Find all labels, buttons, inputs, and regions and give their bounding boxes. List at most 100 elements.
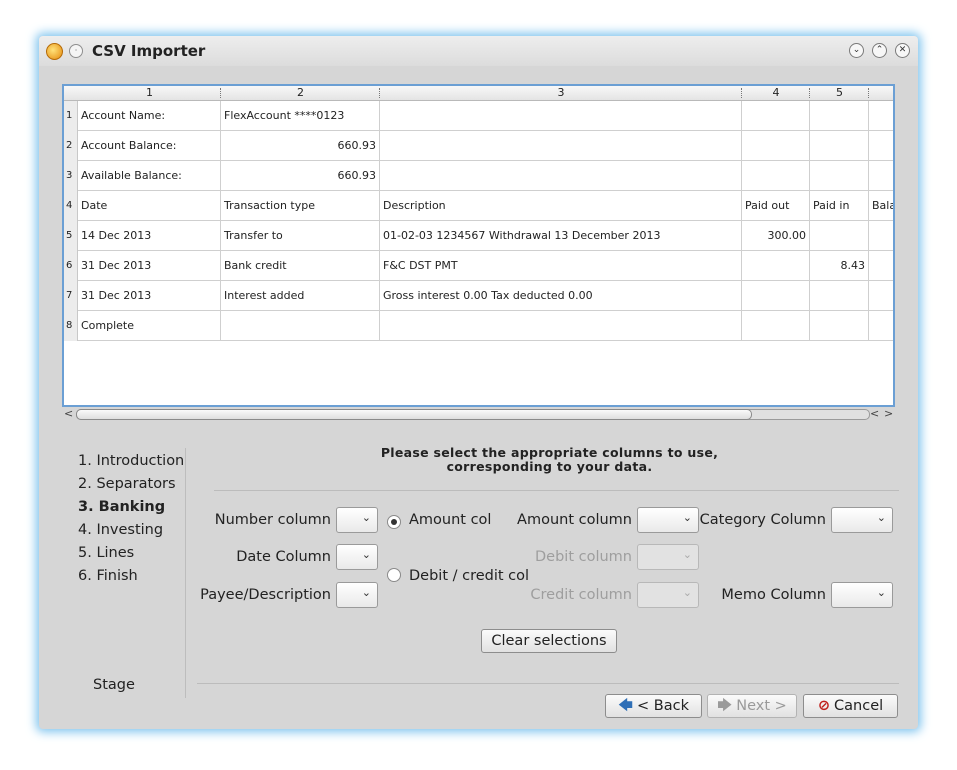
column-header-3[interactable]: 3 bbox=[380, 86, 742, 101]
back-button[interactable]: 🡄 < Back bbox=[605, 694, 702, 718]
window-menu-icon[interactable]: · bbox=[69, 44, 83, 58]
credit-column-select[interactable]: ⌄ bbox=[637, 582, 699, 608]
scroll-left-icon[interactable]: < bbox=[64, 407, 73, 420]
table-cell[interactable]: Date bbox=[78, 191, 221, 221]
table-cell[interactable]: F&C DST PMT bbox=[380, 251, 742, 281]
column-resize-handle[interactable] bbox=[868, 88, 871, 98]
next-button-label: Next > bbox=[736, 698, 787, 714]
table-cell[interactable]: Description bbox=[380, 191, 742, 221]
amount-col-radio[interactable] bbox=[387, 515, 401, 529]
amount-col-radio-label[interactable]: Amount col bbox=[409, 512, 491, 528]
table-cell[interactable] bbox=[810, 221, 869, 251]
csv-preview-table[interactable]: 1 2 3 4 5 1 Account Name: FlexAccount ****… bbox=[62, 84, 895, 407]
table-cell[interactable]: 660.93 bbox=[221, 131, 380, 161]
payee-description-select[interactable]: ⌄ bbox=[336, 582, 378, 608]
row-header-3[interactable]: 3 bbox=[64, 161, 78, 191]
scroll-right-icon[interactable]: > bbox=[884, 407, 893, 420]
column-resize-handle[interactable] bbox=[220, 88, 223, 98]
column-header-2[interactable]: 2 bbox=[221, 86, 380, 101]
column-resize-handle[interactable] bbox=[809, 88, 812, 98]
row-header-5[interactable]: 5 bbox=[64, 221, 78, 251]
amount-column-select[interactable]: ⌄ bbox=[637, 507, 699, 533]
category-column-select[interactable]: ⌄ bbox=[831, 507, 893, 533]
table-cell[interactable] bbox=[810, 281, 869, 311]
table-cell[interactable] bbox=[810, 131, 869, 161]
column-resize-handle[interactable] bbox=[379, 88, 382, 98]
table-cell[interactable]: 31 Dec 2013 bbox=[78, 281, 221, 311]
table-cell[interactable] bbox=[742, 161, 810, 191]
table-cell[interactable]: FlexAccount ****0123 bbox=[221, 101, 380, 131]
table-cell[interactable] bbox=[869, 131, 893, 161]
back-arrow-icon: 🡄 bbox=[618, 698, 633, 714]
table-cell[interactable] bbox=[742, 251, 810, 281]
row-header-2[interactable]: 2 bbox=[64, 131, 78, 161]
table-cell[interactable] bbox=[742, 311, 810, 341]
column-header-1[interactable]: 1 bbox=[78, 86, 221, 101]
debit-credit-col-radio[interactable] bbox=[387, 568, 401, 582]
cancel-button[interactable]: ⊘ Cancel bbox=[803, 694, 898, 718]
table-cell[interactable] bbox=[810, 161, 869, 191]
table-cell[interactable]: Interest added bbox=[221, 281, 380, 311]
minimize-icon[interactable]: ⌄ bbox=[849, 43, 864, 58]
row-header-7[interactable]: 7 bbox=[64, 281, 78, 311]
horizontal-scrollbar[interactable]: < < > bbox=[64, 407, 894, 420]
column-header-4[interactable]: 4 bbox=[742, 86, 810, 101]
column-resize-handle[interactable] bbox=[741, 88, 744, 98]
next-button[interactable]: 🡆 Next > bbox=[707, 694, 797, 718]
table-cell[interactable] bbox=[869, 161, 893, 191]
table-cell[interactable] bbox=[869, 251, 893, 281]
table-cell[interactable]: Account Balance: bbox=[78, 131, 221, 161]
table-cell[interactable]: Available Balance: bbox=[78, 161, 221, 191]
table-cell[interactable] bbox=[380, 131, 742, 161]
table-cell[interactable]: Paid in bbox=[810, 191, 869, 221]
stage-investing: 4. Investing bbox=[78, 522, 164, 538]
maximize-icon[interactable]: ⌃ bbox=[872, 43, 887, 58]
table-cell[interactable] bbox=[742, 281, 810, 311]
table-cell[interactable] bbox=[221, 311, 380, 341]
table-cell[interactable]: Account Name: bbox=[78, 101, 221, 131]
table-cell[interactable]: Paid out bbox=[742, 191, 810, 221]
table-cell[interactable] bbox=[869, 281, 893, 311]
stage-introduction: 1. Introduction bbox=[78, 453, 185, 469]
table-cell[interactable] bbox=[869, 221, 893, 251]
table-cell[interactable] bbox=[380, 311, 742, 341]
table-cell[interactable] bbox=[869, 311, 893, 341]
cancel-icon: ⊘ bbox=[817, 698, 831, 714]
debit-credit-col-radio-label[interactable]: Debit / credit col bbox=[409, 568, 529, 584]
table-cell[interactable] bbox=[810, 101, 869, 131]
scroll-left-icon[interactable]: < bbox=[870, 407, 879, 420]
table-cell[interactable]: 31 Dec 2013 bbox=[78, 251, 221, 281]
table-cell[interactable]: Transfer to bbox=[221, 221, 380, 251]
date-column-select[interactable]: ⌄ bbox=[336, 544, 378, 570]
table-cell[interactable] bbox=[869, 101, 893, 131]
scroll-thumb[interactable] bbox=[76, 409, 752, 420]
back-button-label: < Back bbox=[637, 698, 689, 714]
table-cell[interactable]: 660.93 bbox=[221, 161, 380, 191]
row-header-4[interactable]: 4 bbox=[64, 191, 78, 221]
table-cell[interactable] bbox=[742, 131, 810, 161]
close-icon[interactable]: ✕ bbox=[895, 43, 910, 58]
table-cell[interactable]: Gross interest 0.00 Tax deducted 0.00 bbox=[380, 281, 742, 311]
clear-selections-button[interactable]: Clear selections bbox=[481, 629, 617, 653]
table-cell[interactable]: Bank credit bbox=[221, 251, 380, 281]
table-cell[interactable]: 300.00 bbox=[742, 221, 810, 251]
table-cell[interactable] bbox=[742, 101, 810, 131]
number-column-select[interactable]: ⌄ bbox=[336, 507, 378, 533]
column-header-5[interactable]: 5 bbox=[810, 86, 869, 101]
table-cell[interactable]: 01-02-03 1234567 Withdrawal 13 December … bbox=[380, 221, 742, 251]
title-bar: · CSV Importer ⌄ ⌃ ✕ bbox=[39, 36, 918, 66]
table-cell[interactable] bbox=[810, 311, 869, 341]
table-cell[interactable] bbox=[380, 161, 742, 191]
row-header-6[interactable]: 6 bbox=[64, 251, 78, 281]
table-cell[interactable]: Transaction type bbox=[221, 191, 380, 221]
table-cell[interactable]: 8.43 bbox=[810, 251, 869, 281]
row-header-8[interactable]: 8 bbox=[64, 311, 78, 341]
table-cell[interactable]: Bala bbox=[869, 191, 893, 221]
debit-column-select[interactable]: ⌄ bbox=[637, 544, 699, 570]
row-header-1[interactable]: 1 bbox=[64, 101, 78, 131]
table-cell[interactable]: Complete bbox=[78, 311, 221, 341]
table-cell[interactable] bbox=[380, 101, 742, 131]
window-title: CSV Importer bbox=[92, 42, 206, 60]
memo-column-select[interactable]: ⌄ bbox=[831, 582, 893, 608]
table-cell[interactable]: 14 Dec 2013 bbox=[78, 221, 221, 251]
